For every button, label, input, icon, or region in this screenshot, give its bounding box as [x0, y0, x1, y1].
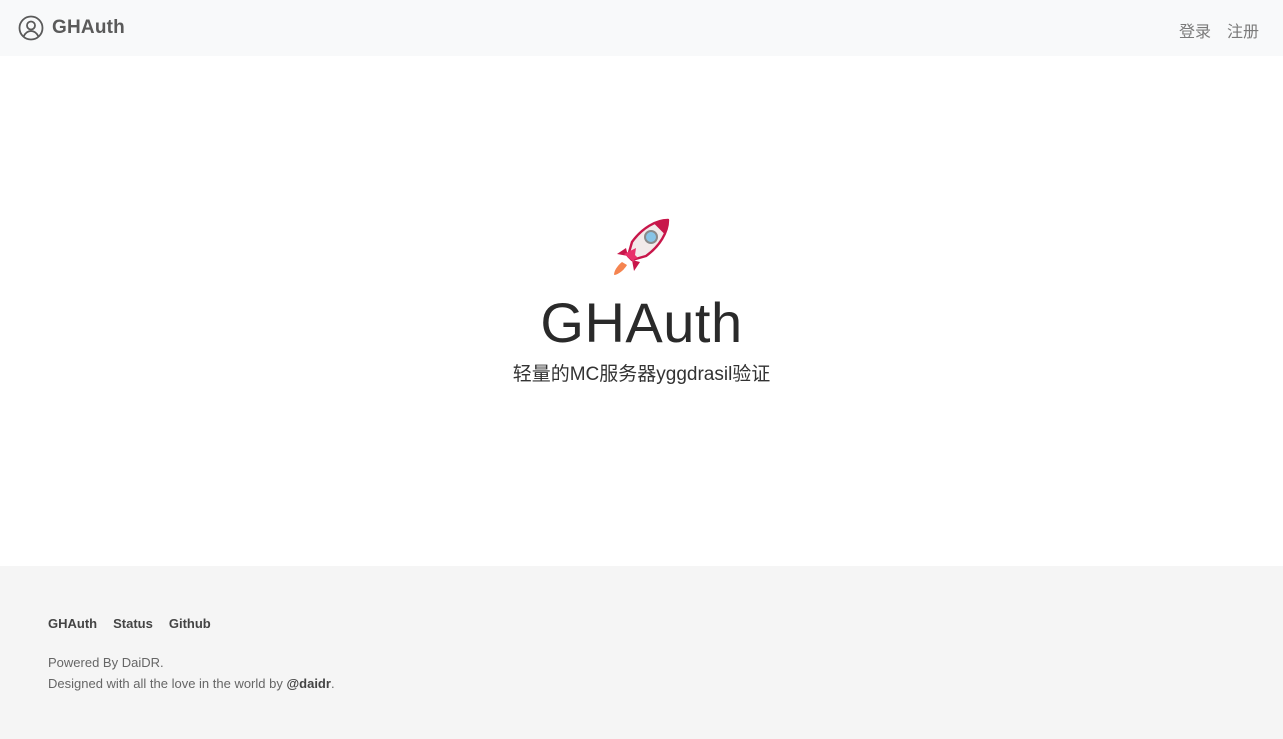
- designed-by-suffix: .: [330, 676, 335, 691]
- navbar: GHAuth 登录 注册: [0, 0, 1283, 56]
- brand-name: GHAuth: [52, 17, 125, 38]
- footer-link-status[interactable]: Status: [113, 616, 153, 631]
- footer-credits: Powered By DaiDR. Designed with all the …: [48, 652, 335, 694]
- footer: GHAuth Status Github Powered By DaiDR. D…: [0, 566, 1283, 739]
- user-circle-icon: [18, 15, 44, 41]
- footer-links: GHAuth Status Github: [48, 616, 211, 631]
- powered-by-text: Powered By DaiDR.: [48, 655, 164, 670]
- hero-subtitle: 轻量的MC服务器yggdrasil验证: [512, 364, 771, 385]
- register-link[interactable]: 注册: [1227, 18, 1259, 42]
- designed-by-text: Designed with all the love in the world …: [48, 673, 335, 694]
- rocket-icon: [614, 218, 670, 275]
- author-link[interactable]: @daidr: [286, 676, 330, 691]
- footer-link-github[interactable]: Github: [169, 616, 211, 631]
- footer-link-ghauth[interactable]: GHAuth: [48, 616, 97, 631]
- brand-link[interactable]: GHAuth: [18, 15, 125, 41]
- nav-links: 登录 注册: [1179, 18, 1259, 42]
- hero-title: GHAuth: [540, 291, 743, 354]
- designed-by-prefix: Designed with all the love in the world …: [48, 676, 287, 691]
- login-link[interactable]: 登录: [1179, 18, 1211, 42]
